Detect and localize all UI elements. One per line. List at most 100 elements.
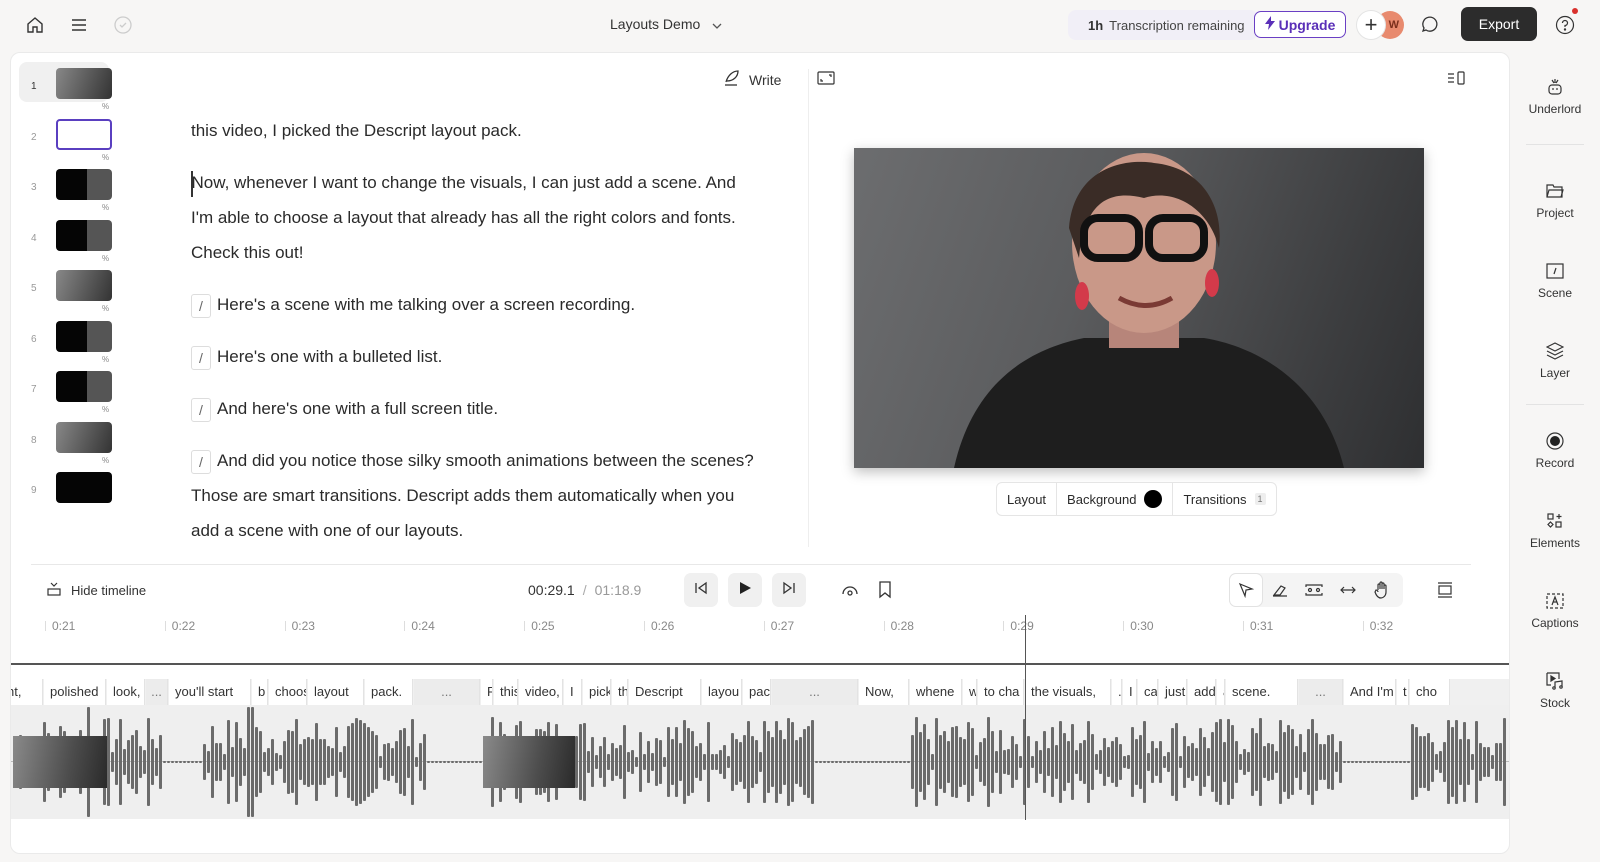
transition-icon[interactable]: % [102, 355, 109, 364]
transition-icon[interactable]: % [102, 405, 109, 414]
transcript-word[interactable]: whene [910, 679, 962, 705]
scene-thumbnail[interactable]: 7% [19, 368, 119, 419]
eraser-tool-icon[interactable] [1263, 573, 1297, 607]
transcript-word[interactable]: you'll start [169, 679, 251, 705]
transcript-word[interactable]: layout [308, 679, 364, 705]
transcript-word[interactable]: I [1123, 679, 1137, 705]
sidebar-item-layer[interactable]: Layer [1510, 340, 1600, 380]
menu-icon[interactable] [68, 14, 90, 36]
select-tool-icon[interactable] [1229, 573, 1263, 607]
transition-icon[interactable]: % [102, 254, 109, 263]
speed-icon[interactable] [841, 582, 859, 603]
transcript-word[interactable]: Now, [859, 679, 909, 705]
sidebar-item-stock[interactable]: Stock [1510, 670, 1600, 710]
bookmark-icon[interactable] [878, 581, 892, 604]
scene-thumbnail[interactable]: 1% [19, 62, 119, 116]
sidebar-item-elements[interactable]: Elements [1510, 510, 1600, 550]
transcript-word[interactable]: ... [414, 679, 480, 705]
clip-thumbnail[interactable] [13, 736, 107, 788]
background-tab[interactable]: Background [1057, 483, 1174, 515]
play-button[interactable] [728, 573, 762, 607]
transcript-word[interactable]: F [481, 679, 493, 705]
clip-thumbnail[interactable] [483, 736, 575, 788]
transcript-word[interactable]: ca [1138, 679, 1158, 705]
layout-tab[interactable]: Layout [997, 483, 1058, 515]
timeline-ruler[interactable]: 0:21 0:22 0:23 0:24 0:25 0:26 0:27 0:28 0:29 0:30… [11, 620, 1509, 641]
script-paragraph[interactable]: / Here's one with a bulleted list. [191, 339, 761, 374]
transcript-word[interactable]: scene. [1226, 679, 1298, 705]
transcript-word[interactable]: pick [583, 679, 611, 705]
transitions-tab[interactable]: Transitions 1 [1173, 483, 1275, 515]
transition-icon[interactable]: % [102, 153, 109, 162]
transcript-word[interactable]: nt, [11, 679, 43, 705]
transcript-word[interactable]: layou [702, 679, 742, 705]
scene-thumbnail[interactable]: 6% [19, 318, 119, 369]
transcript-word[interactable]: add [1188, 679, 1216, 705]
sidebar-item-record[interactable]: Record [1510, 430, 1600, 470]
hide-timeline-button[interactable]: Hide timeline [47, 573, 146, 607]
transition-icon[interactable]: % [102, 304, 109, 313]
transcript-word[interactable]: w [963, 679, 977, 705]
scene-marker[interactable]: / [191, 293, 211, 318]
sidebar-item-project[interactable]: Project [1510, 180, 1600, 220]
hand-tool-icon[interactable] [1365, 573, 1399, 607]
transcript-word[interactable]: t [1397, 679, 1409, 705]
transcript-word[interactable]: the visuals, [1025, 679, 1111, 705]
script-paragraph[interactable]: / Here's a scene with me talking over a s… [191, 287, 761, 322]
video-preview[interactable] [854, 148, 1424, 468]
transcript-word[interactable]: choos [269, 679, 307, 705]
transcript-word[interactable]: just [1159, 679, 1187, 705]
panel-divider[interactable] [808, 69, 809, 547]
timeline-layout-icon[interactable] [1437, 582, 1453, 603]
playhead[interactable] [1025, 615, 1026, 820]
scene-thumbnail[interactable]: 4% [19, 217, 119, 268]
project-title-dropdown[interactable]: Layouts Demo [610, 16, 722, 32]
scene-marker[interactable]: / [191, 345, 211, 370]
script-paragraph[interactable]: / And here's one with a full screen title… [191, 391, 761, 426]
transition-icon[interactable]: % [102, 102, 109, 111]
transcript-word[interactable]: And I'm [1344, 679, 1396, 705]
transcript-word[interactable]: . [1112, 679, 1122, 705]
script-paragraph[interactable]: Now, whenever I want to change the visua… [191, 165, 761, 270]
transcript-word[interactable]: to cha [978, 679, 1024, 705]
transcript-word[interactable]: I [564, 679, 582, 705]
transcript-word[interactable]: video, [519, 679, 563, 705]
comment-icon[interactable] [1418, 14, 1440, 36]
transition-icon[interactable]: % [102, 456, 109, 465]
scene-thumbnail[interactable]: 2% [19, 116, 119, 167]
upgrade-button[interactable]: Upgrade [1254, 11, 1346, 38]
audio-waveform[interactable] [11, 705, 1509, 819]
transcript-word[interactable]: ... [146, 679, 168, 705]
transcript-word[interactable]: polished [44, 679, 106, 705]
invite-button[interactable]: + [1356, 10, 1386, 40]
scene-thumbnail[interactable]: 8% [19, 419, 119, 470]
write-button[interactable]: Write [723, 69, 781, 90]
transition-icon[interactable]: % [102, 203, 109, 212]
scene-thumbnail[interactable]: 9 [19, 469, 119, 520]
skip-forward-button[interactable] [772, 573, 806, 607]
transcript-word[interactable]: a [1217, 679, 1225, 705]
export-button[interactable]: Export [1461, 7, 1537, 41]
transcript-word[interactable]: pack. [365, 679, 413, 705]
toggle-panel-icon[interactable] [1447, 71, 1465, 90]
transcript-word[interactable]: this [494, 679, 518, 705]
scene-thumbnail[interactable]: 5% [19, 267, 119, 318]
transcript-word[interactable]: pack [743, 679, 771, 705]
transcript-word[interactable]: ... [1299, 679, 1343, 705]
slip-tool-icon[interactable] [1331, 573, 1365, 607]
script-editor[interactable]: this video, I picked the Descript layout… [191, 113, 761, 565]
sidebar-item-captions[interactable]: Captions [1510, 590, 1600, 630]
script-paragraph[interactable]: / And did you notice those silky smooth a… [191, 443, 761, 548]
fullscreen-icon[interactable] [817, 71, 835, 90]
sidebar-item-underlord[interactable]: Underlord [1510, 76, 1600, 116]
transcript-word[interactable]: Descript [629, 679, 701, 705]
transcript-word[interactable]: look, [107, 679, 145, 705]
script-paragraph[interactable]: this video, I picked the Descript layout… [191, 113, 761, 148]
transcript-word[interactable]: cho [1410, 679, 1450, 705]
home-icon[interactable] [24, 14, 46, 36]
scene-marker[interactable]: / [191, 449, 211, 474]
skip-back-button[interactable] [684, 573, 718, 607]
transcript-word[interactable]: th [612, 679, 628, 705]
transcript-word[interactable]: b [252, 679, 268, 705]
sidebar-item-scene[interactable]: Scene [1510, 260, 1600, 300]
